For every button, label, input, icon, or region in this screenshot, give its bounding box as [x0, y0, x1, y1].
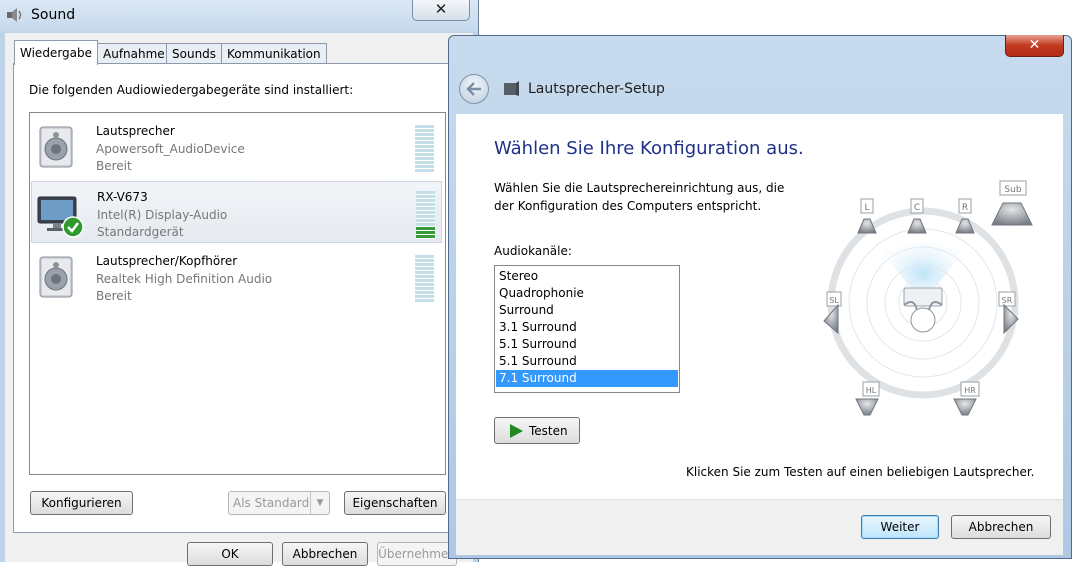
channel-option[interactable]: Surround	[496, 302, 678, 319]
next-button[interactable]: Weiter	[861, 515, 939, 539]
chevron-down-icon[interactable]: ▼	[310, 492, 329, 514]
channel-option[interactable]: Quadrophonie	[496, 285, 678, 302]
test-button[interactable]: Testen	[494, 417, 580, 444]
tab-aufnahme[interactable]: Aufnahme	[97, 43, 171, 64]
channel-option[interactable]: Stereo	[496, 268, 678, 285]
device-driver: Realtek High Definition Audio	[96, 272, 273, 286]
back-arrow-button[interactable]	[459, 74, 489, 104]
close-button[interactable]: ✕	[412, 0, 470, 21]
cancel-button[interactable]: Abbrechen	[282, 542, 368, 566]
tab-sounds[interactable]: Sounds	[166, 43, 223, 64]
volume-meter	[416, 191, 435, 239]
speaker-app-icon	[7, 8, 22, 22]
audio-channels-list[interactable]: Stereo Quadrophonie Surround 3.1 Surroun…	[494, 265, 680, 393]
set-default-button[interactable]: Als Standard ▼	[228, 491, 330, 515]
default-checkmark-icon	[62, 216, 84, 238]
speaker-setup-icon	[504, 81, 519, 96]
speaker-layout-diagram[interactable]: L C R Sub SL SR HL HR	[818, 175, 1040, 425]
speaker-label-sr: SR	[1002, 296, 1013, 305]
speaker-center-icon[interactable]: C	[907, 198, 927, 234]
listener-icon	[903, 287, 943, 333]
speaker-label-hr: HR	[964, 386, 976, 395]
tab-wiedergabe[interactable]: Wiedergabe	[14, 40, 99, 65]
list-item-device-selected[interactable]: RX-V673 Intel(R) Display-Audio Standardg…	[31, 181, 442, 243]
test-button-label: Testen	[529, 424, 568, 438]
properties-button[interactable]: Eigenschaften	[344, 491, 446, 515]
volume-meter-level	[416, 227, 435, 239]
device-name: Lautsprecher/Kopfhörer	[96, 254, 238, 268]
play-icon	[510, 424, 523, 438]
device-status: Standardgerät	[97, 225, 184, 239]
channel-option-selected[interactable]: 7.1 Surround	[496, 370, 678, 387]
speaker-label-hl: HL	[866, 386, 877, 395]
device-name: RX-V673	[97, 190, 148, 204]
channel-option[interactable]: 3.1 Surround	[496, 319, 678, 336]
channel-option[interactable]: 5.1 Surround	[496, 353, 678, 370]
setup-description-line1: Wählen Sie die Lautsprechereinrichtung a…	[494, 181, 785, 195]
device-name: Lautsprecher	[96, 124, 175, 138]
list-item-device[interactable]: Lautsprecher Apowersoft_AudioDevice Bere…	[31, 116, 440, 176]
setup-description-line2: der Konfiguration des Computers entspric…	[494, 199, 762, 213]
configure-button[interactable]: Konfigurieren	[30, 491, 133, 515]
setup-window-title: Lautsprecher-Setup	[528, 81, 665, 97]
speaker-icon	[39, 126, 73, 168]
device-list[interactable]: Lautsprecher Apowersoft_AudioDevice Bere…	[29, 112, 446, 475]
speaker-label-l: L	[864, 203, 869, 213]
channel-option[interactable]: 5.1 Surround	[496, 336, 678, 353]
window-title: Sound	[31, 7, 76, 23]
installed-devices-label: Die folgenden Audiowiedergabegeräte sind…	[29, 83, 354, 97]
audio-channels-label: Audiokanäle:	[494, 244, 572, 258]
setup-heading: Wählen Sie Ihre Konfiguration aus.	[494, 138, 804, 159]
speaker-icon	[39, 256, 73, 298]
volume-meter	[415, 255, 434, 303]
apply-button[interactable]: Übernehmen	[377, 542, 457, 566]
device-status: Bereit	[96, 159, 132, 173]
list-item-device[interactable]: Lautsprecher/Kopfhörer Realtek High Defi…	[31, 246, 440, 306]
ok-button[interactable]: OK	[187, 542, 273, 566]
device-status: Bereit	[96, 289, 132, 303]
speaker-side-left-icon[interactable]: SL	[823, 291, 842, 335]
device-driver: Intel(R) Display-Audio	[97, 208, 228, 222]
setup-close-button[interactable]: ✕	[1005, 35, 1064, 57]
speaker-front-left-icon[interactable]: L	[857, 198, 877, 234]
tab-kommunikation[interactable]: Kommunikation	[221, 43, 327, 64]
test-hint-text: Klicken Sie zum Testen auf einen beliebi…	[686, 465, 1035, 479]
device-driver: Apowersoft_AudioDevice	[96, 142, 245, 156]
setup-cancel-button[interactable]: Abbrechen	[951, 515, 1051, 539]
speaker-label-sub: Sub	[1004, 185, 1021, 195]
set-default-label: Als Standard	[233, 496, 310, 510]
speaker-rear-left-icon[interactable]: HL	[855, 381, 880, 416]
speaker-label-c: C	[914, 203, 920, 213]
speaker-label-sl: SL	[829, 296, 839, 305]
speaker-label-r: R	[962, 203, 968, 213]
volume-meter	[415, 125, 434, 173]
back-arrow-icon	[466, 82, 481, 96]
subwoofer-icon[interactable]: Sub	[991, 180, 1033, 226]
